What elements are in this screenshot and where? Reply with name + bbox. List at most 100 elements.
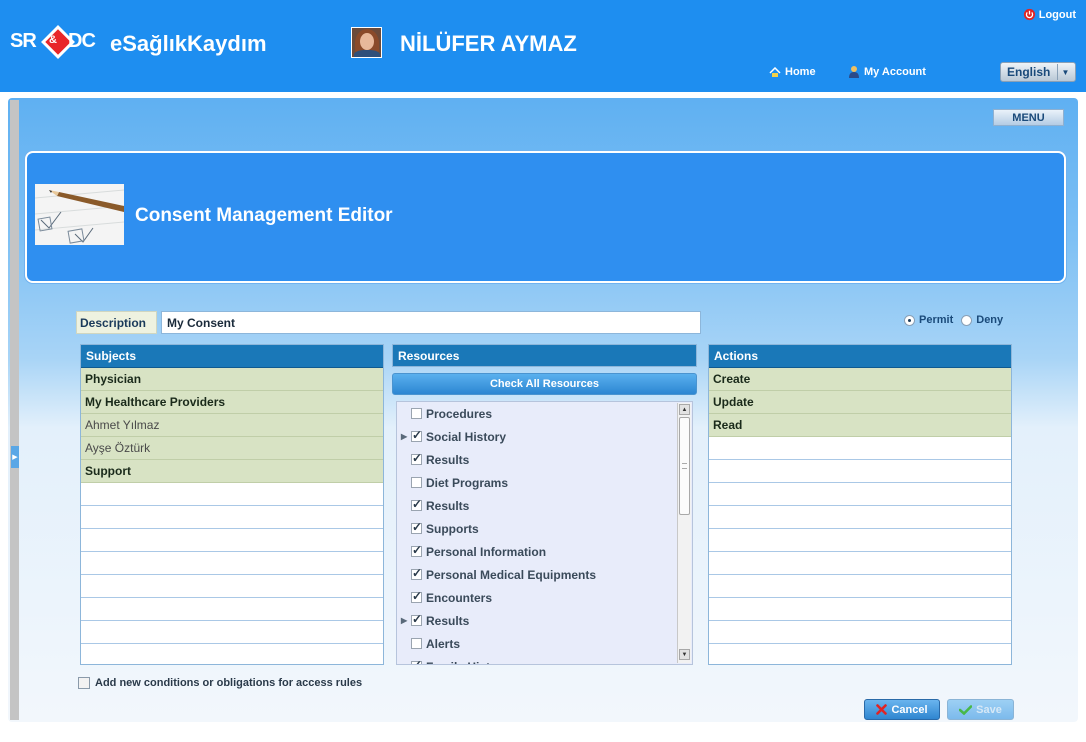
empty-row (709, 460, 1011, 483)
user-avatar (351, 27, 382, 58)
empty-row (81, 529, 383, 552)
resources-header: Resources (392, 344, 697, 367)
cancel-label: Cancel (891, 703, 928, 716)
empty-row (81, 621, 383, 644)
resource-label: Diet Programs (426, 475, 509, 490)
resource-item[interactable]: Results (397, 494, 678, 517)
page-title: Consent Management Editor (135, 205, 393, 226)
app-name: eSağlıkKaydım (110, 31, 267, 56)
logout-link[interactable]: Logout (1023, 8, 1076, 21)
resource-item[interactable]: ▶ Social History (397, 425, 678, 448)
nav-account-link[interactable]: My Account (848, 65, 926, 78)
description-input[interactable] (161, 311, 701, 334)
resource-item[interactable]: ▶ Results (397, 609, 678, 632)
empty-row (81, 483, 383, 506)
user-name: NİLÜFER AYMAZ (400, 31, 577, 56)
resource-item[interactable]: Diet Programs (397, 471, 678, 494)
scroll-down-icon[interactable]: ▼ (679, 649, 690, 660)
resource-item[interactable]: Supports (397, 517, 678, 540)
description-label: Description (76, 311, 157, 334)
save-button[interactable]: Save (947, 699, 1014, 720)
account-label: My Account (864, 65, 926, 78)
resource-checkbox[interactable] (411, 520, 422, 534)
empty-row (81, 506, 383, 529)
resource-item[interactable]: Procedures (397, 402, 678, 425)
scroll-up-icon[interactable]: ▲ (679, 404, 690, 415)
empty-row (81, 575, 383, 598)
resource-item[interactable]: Alerts (397, 632, 678, 655)
subject-item-healthcare-providers[interactable]: My Healthcare Providers (81, 391, 383, 414)
resource-checkbox[interactable] (411, 638, 422, 649)
nav-home-link[interactable]: Home (769, 66, 816, 78)
chevron-down-icon: ▼ (1057, 64, 1073, 80)
empty-row (709, 506, 1011, 529)
resource-item[interactable]: Family History (397, 655, 678, 665)
resource-checkbox[interactable] (411, 612, 422, 626)
language-value: English (1007, 65, 1051, 79)
action-item-create[interactable]: Create (709, 368, 1011, 391)
resource-label: Supports (426, 521, 479, 536)
resource-checkbox[interactable] (411, 428, 422, 442)
resource-item[interactable]: Encounters (397, 586, 678, 609)
empty-row (81, 598, 383, 621)
resource-label: Results (426, 452, 470, 467)
resource-checkbox[interactable] (411, 589, 422, 603)
permit-label: Permit (919, 314, 954, 326)
subject-item-ahmet[interactable]: Ahmet Yılmaz (81, 414, 383, 437)
resource-label: Social History (426, 429, 507, 444)
action-item-read[interactable]: Read (709, 414, 1011, 437)
resource-item[interactable]: Personal Medical Equipments (397, 563, 678, 586)
cancel-button[interactable]: Cancel (864, 699, 940, 720)
save-label: Save (976, 703, 1002, 716)
resource-checkbox[interactable] (411, 477, 422, 488)
resources-panel: Resources Check All Resources Procedures… (392, 344, 697, 666)
resource-label: Encounters (426, 590, 493, 605)
side-collapse-rail[interactable] (10, 100, 19, 720)
resource-checkbox[interactable] (411, 543, 422, 557)
subject-item-ayse[interactable]: Ayşe Öztürk (81, 437, 383, 460)
check-all-resources-button[interactable]: Check All Resources (392, 373, 697, 395)
resource-label: Family History (426, 660, 509, 665)
resource-label: Personal Medical Equipments (426, 567, 597, 582)
resource-checkbox[interactable] (411, 566, 422, 580)
deny-label: Deny (976, 314, 1004, 326)
home-icon (769, 66, 781, 77)
check-icon (959, 704, 973, 715)
resource-checkbox[interactable] (411, 451, 422, 465)
resources-scrollbar[interactable]: ▲ ▼ (677, 403, 691, 663)
resource-item[interactable]: Personal Information (397, 540, 678, 563)
expand-arrow-icon[interactable]: ▶ (401, 616, 411, 625)
permit-radio[interactable] (904, 314, 915, 326)
resource-checkbox[interactable] (411, 408, 422, 419)
resource-label: Results (426, 613, 470, 628)
logout-label: Logout (1038, 8, 1076, 21)
resource-item[interactable]: Results (397, 448, 678, 471)
language-select[interactable]: English ▼ (1000, 62, 1076, 82)
actions-header: Actions (709, 345, 1011, 368)
subject-item-physician[interactable]: Physician (81, 368, 383, 391)
resource-checkbox[interactable] (411, 658, 422, 664)
empty-row (709, 575, 1011, 598)
empty-row (709, 552, 1011, 575)
avatar-face (360, 33, 374, 50)
empty-row (709, 598, 1011, 621)
deny-radio[interactable] (961, 314, 973, 326)
app-logo[interactable]: SR & DC (10, 22, 106, 62)
power-icon (1023, 8, 1035, 21)
subject-item-support[interactable]: Support (81, 460, 383, 483)
expand-arrow-icon[interactable]: ▶ (11, 446, 19, 468)
resource-checkbox[interactable] (411, 497, 422, 511)
empty-row (709, 483, 1011, 506)
user-icon (849, 66, 859, 78)
home-label: Home (785, 66, 816, 78)
action-item-update[interactable]: Update (709, 391, 1011, 414)
menu-button[interactable]: MENU (993, 109, 1064, 126)
conditions-checkbox-row[interactable]: Add new conditions or obligations for ac… (78, 677, 362, 689)
resources-list-box: Procedures ▶ Social History Results Diet Pro… (396, 401, 693, 665)
expand-arrow-icon[interactable]: ▶ (401, 432, 411, 441)
scroll-thumb[interactable] (679, 417, 690, 515)
empty-row (709, 437, 1011, 460)
conditions-label: Add new conditions or obligations for ac… (95, 677, 363, 689)
logo-text-amp: & (49, 34, 57, 46)
conditions-checkbox[interactable] (78, 677, 90, 689)
